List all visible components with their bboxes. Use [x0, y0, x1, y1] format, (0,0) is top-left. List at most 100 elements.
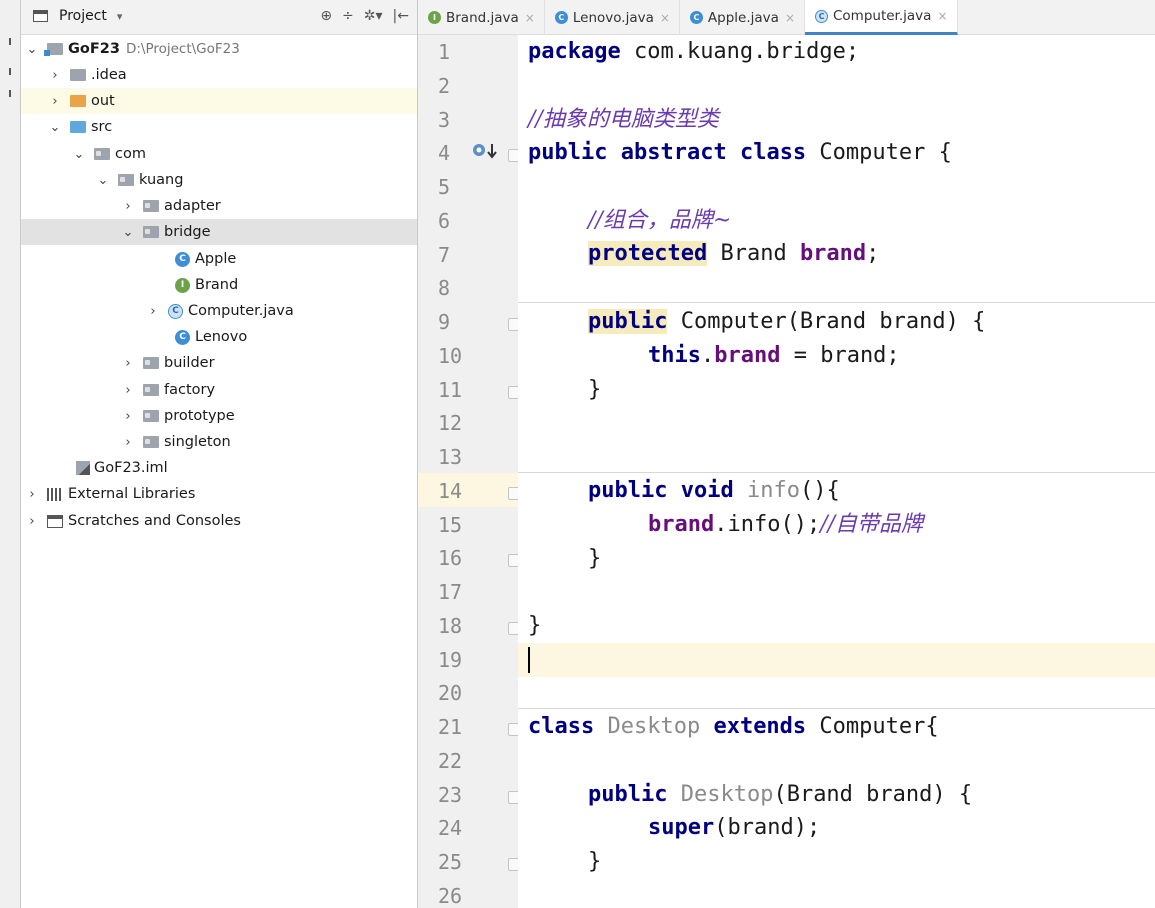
- tree-item-label: builder: [164, 355, 215, 371]
- expand-arrow-icon[interactable]: ⌄: [25, 42, 39, 57]
- method-separator: [518, 708, 1155, 709]
- code-editor[interactable]: package com.kuang.bridge; //抽象的电脑类型类 pub…: [518, 35, 1155, 908]
- tree-item-scratches[interactable]: › Scratches and Consoles: [21, 508, 417, 534]
- implemented-override-icon[interactable]: [472, 141, 500, 161]
- package-icon: [143, 226, 159, 238]
- tree-item-factory[interactable]: › factory: [21, 377, 417, 403]
- tree-item-label: .idea: [91, 67, 127, 83]
- tree-item-label: bridge: [164, 224, 211, 240]
- project-icon: [33, 10, 48, 22]
- expand-arrow-icon[interactable]: ›: [121, 356, 135, 371]
- line-number: 17: [438, 580, 463, 604]
- tree-item-gof23-iml[interactable]: GoF23.iml: [21, 455, 417, 481]
- expand-arrow-icon[interactable]: ›: [121, 435, 135, 450]
- tab-apple-java[interactable]: C Apple.java ×: [680, 0, 805, 35]
- package-icon: [94, 148, 110, 160]
- tree-item-com[interactable]: ⌄ com: [21, 141, 417, 167]
- tree-item-src[interactable]: ⌄ src: [21, 114, 417, 140]
- settings-gear-icon[interactable]: ✲▾: [364, 8, 383, 24]
- stripe-marker: [9, 38, 11, 45]
- line-number: 7: [438, 242, 451, 267]
- tree-item-prototype[interactable]: › prototype: [21, 403, 417, 429]
- package-icon: [143, 384, 159, 396]
- stripe-marker: [9, 68, 11, 75]
- expand-arrow-icon[interactable]: ›: [121, 199, 135, 214]
- locate-icon[interactable]: ⊕: [320, 8, 332, 24]
- module-folder-icon: [44, 43, 63, 56]
- close-icon[interactable]: ×: [525, 11, 535, 25]
- tree-item-label: kuang: [139, 172, 184, 188]
- tree-item-out[interactable]: › out: [21, 88, 417, 114]
- tree-item-label: adapter: [164, 198, 221, 214]
- tree-item-gof23[interactable]: ⌄ GoF23 D:\Project\GoF23: [21, 36, 417, 62]
- tree-item-lenovo[interactable]: C Lenovo: [21, 324, 417, 350]
- line-number: 1: [438, 40, 451, 64]
- expand-arrow-icon[interactable]: ⌄: [48, 120, 62, 135]
- folder-icon: [70, 69, 86, 81]
- package-icon: [143, 436, 159, 448]
- close-icon[interactable]: ×: [937, 9, 947, 23]
- expand-arrow-icon[interactable]: ›: [121, 409, 135, 424]
- tree-item-builder[interactable]: › builder: [21, 350, 417, 376]
- interface-icon: I: [175, 277, 190, 293]
- editor-tabs: I Brand.java × C Lenovo.java × C Apple.j…: [418, 0, 1155, 35]
- expand-arrow-icon[interactable]: ⌄: [96, 173, 110, 188]
- tree-item-idea[interactable]: › .idea: [21, 62, 417, 88]
- tab-label: Lenovo.java: [572, 9, 654, 26]
- tree-item-label: Lenovo: [195, 329, 248, 345]
- tab-lenovo-java[interactable]: C Lenovo.java ×: [545, 0, 680, 35]
- stripe-marker: [9, 90, 11, 97]
- close-icon[interactable]: ×: [785, 11, 795, 25]
- expand-arrow-icon[interactable]: ›: [48, 94, 62, 109]
- source-folder-icon: [70, 121, 86, 133]
- code-line-18: }: [528, 613, 542, 638]
- tree-item-kuang[interactable]: ⌄ kuang: [21, 167, 417, 193]
- tab-label: Computer.java: [833, 8, 932, 24]
- tree-item-bridge[interactable]: ⌄ bridge: [21, 219, 417, 245]
- project-toolbar: ⊕ ÷ ✲▾ |←: [320, 8, 409, 24]
- code-line-4: public abstract class Computer {: [528, 140, 952, 165]
- package-icon: [143, 200, 159, 212]
- scratches-icon: [47, 514, 63, 528]
- expand-arrow-icon[interactable]: ›: [146, 304, 160, 319]
- line-number: 11: [438, 377, 463, 402]
- code-line-6: //组合，品牌~: [588, 208, 732, 233]
- library-icon: [47, 487, 63, 501]
- tree-item-external-libraries[interactable]: › External Libraries: [21, 481, 417, 507]
- tab-brand-java[interactable]: I Brand.java ×: [418, 0, 545, 35]
- expand-arrow-icon[interactable]: ›: [25, 514, 39, 529]
- tree-item-computer-java[interactable]: › C Computer.java: [21, 298, 417, 324]
- tree-item-singleton[interactable]: › singleton: [21, 429, 417, 455]
- code-line-23: public Desktop(Brand brand) {: [588, 782, 973, 807]
- line-number: 24: [438, 816, 463, 841]
- code-line-16: }: [588, 546, 602, 571]
- line-number: 25: [438, 850, 463, 874]
- tree-item-apple[interactable]: C Apple: [21, 246, 417, 272]
- expand-arrow-icon[interactable]: ›: [48, 68, 62, 83]
- tab-computer-java[interactable]: C Computer.java ×: [805, 0, 958, 35]
- expand-arrow-icon[interactable]: ›: [25, 487, 39, 502]
- expand-arrow-icon[interactable]: ⌄: [72, 147, 86, 162]
- tab-label: Apple.java: [707, 9, 779, 26]
- expand-arrow-icon[interactable]: ›: [121, 383, 135, 398]
- tab-label: Brand.java: [446, 9, 519, 26]
- code-line-10: this.brand = brand;: [648, 343, 900, 368]
- abstract-class-icon: C: [168, 303, 183, 319]
- line-number: 15: [438, 512, 463, 537]
- tree-item-adapter[interactable]: › adapter: [21, 193, 417, 219]
- tree-item-label: Apple: [195, 251, 237, 267]
- line-number: 19: [438, 647, 463, 672]
- tree-item-path: D:\Project\GoF23: [125, 41, 240, 57]
- project-view-selector[interactable]: Project ▾: [33, 8, 122, 24]
- tree-item-label: External Libraries: [68, 486, 196, 502]
- collapse-all-icon[interactable]: ÷: [342, 8, 354, 24]
- close-icon[interactable]: ×: [660, 11, 670, 25]
- code-line-3: //抽象的电脑类型类: [528, 107, 719, 132]
- hide-panel-icon[interactable]: |←: [393, 8, 409, 24]
- code-line-7: protected Brand brand;: [588, 241, 880, 266]
- tree-item-brand[interactable]: I Brand: [21, 272, 417, 298]
- line-number: 26: [438, 883, 463, 908]
- line-number: 5: [438, 175, 451, 199]
- iml-file-icon: [76, 461, 90, 475]
- expand-arrow-icon[interactable]: ⌄: [121, 225, 135, 240]
